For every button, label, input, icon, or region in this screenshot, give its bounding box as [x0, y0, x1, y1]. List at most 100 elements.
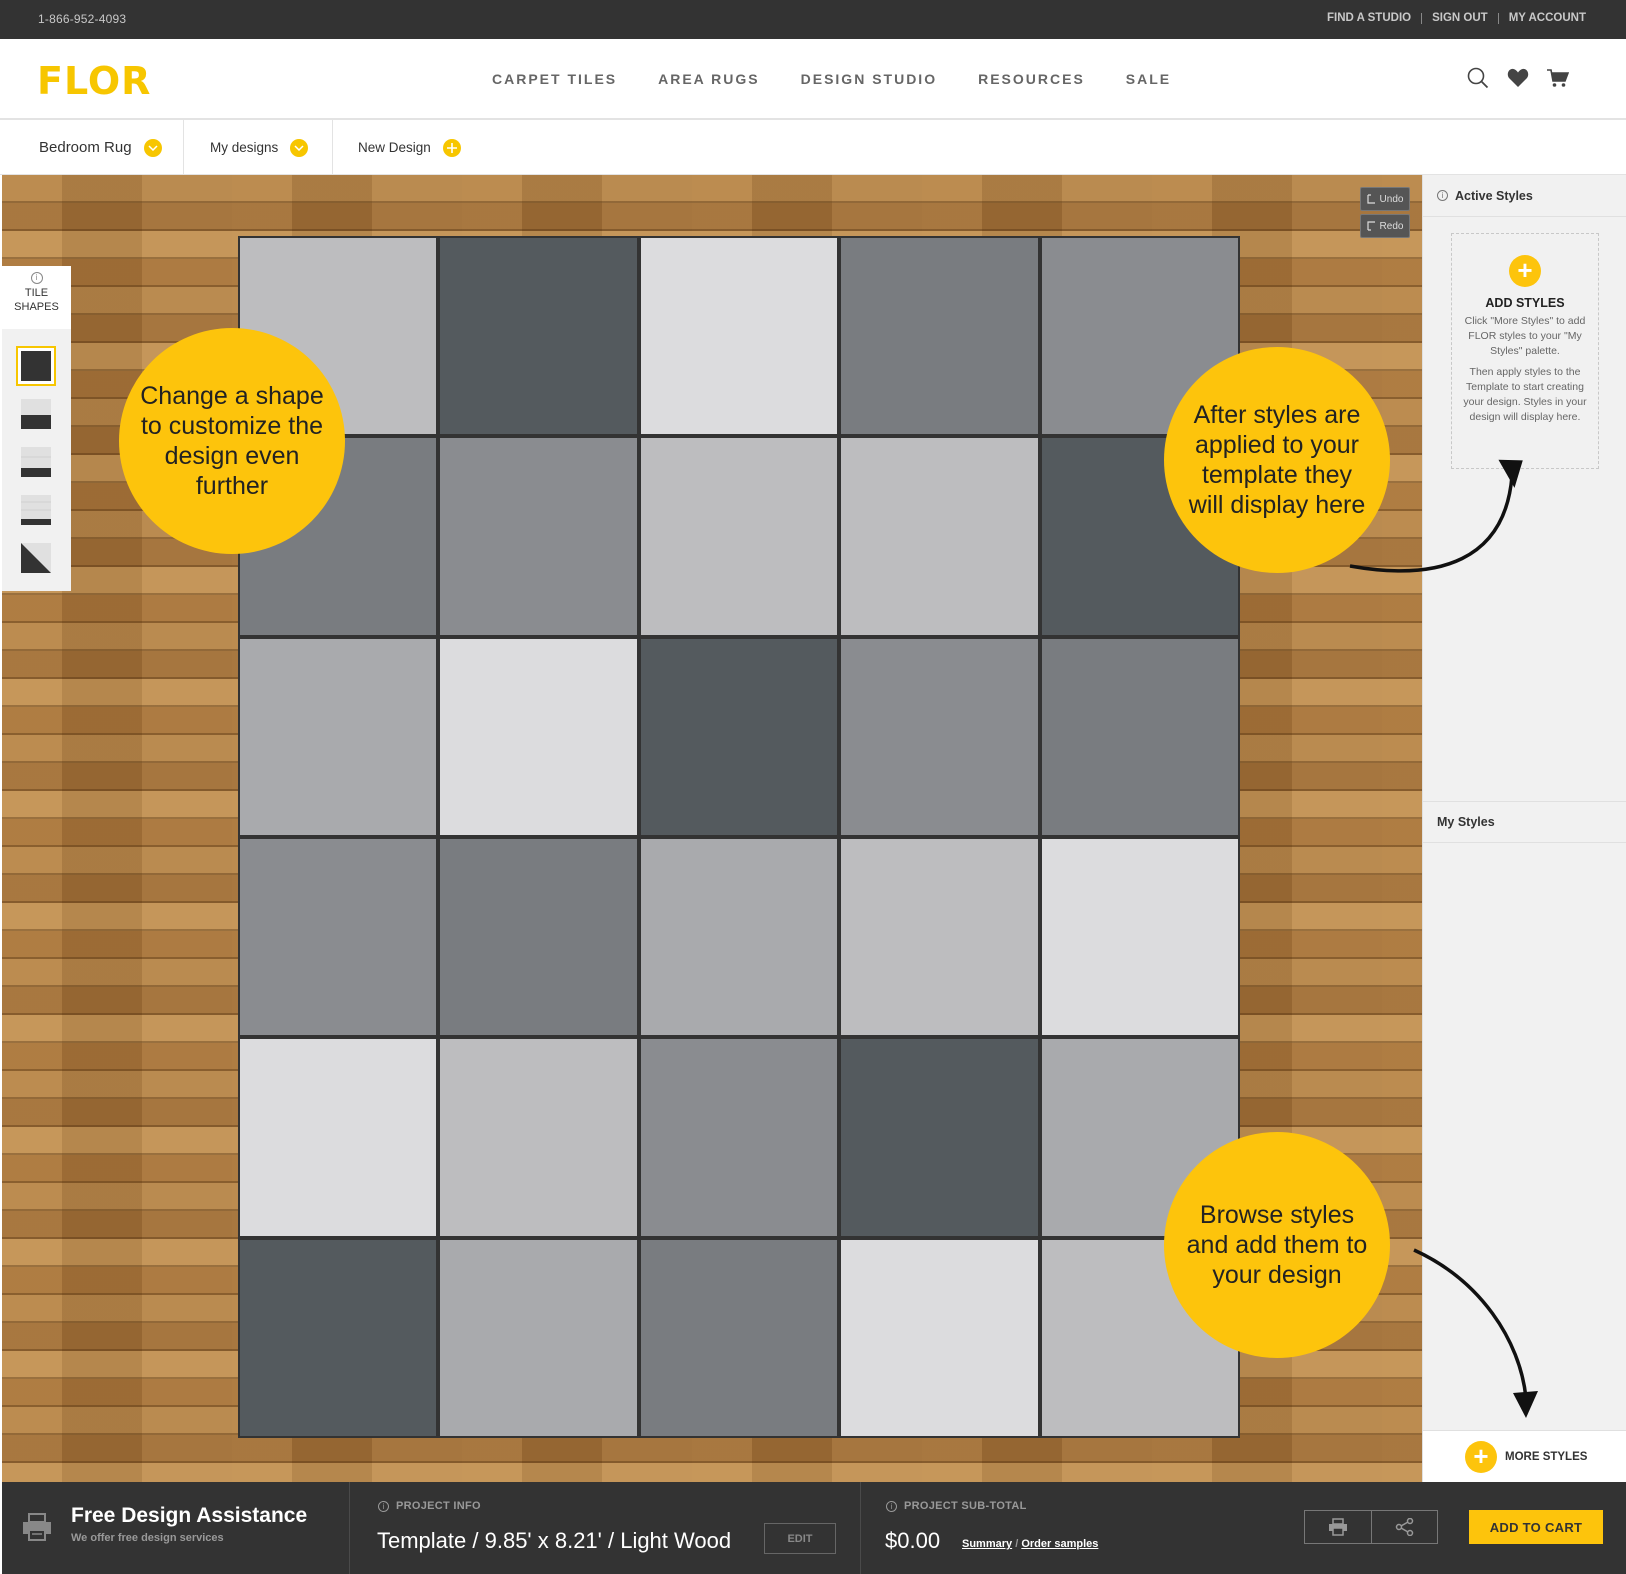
site-header: FLOR CARPET TILES AREA RUGS DESIGN STUDI… — [0, 39, 1626, 120]
styles-panel: i Active Styles + ADD STYLES Click "More… — [1422, 175, 1626, 1482]
heart-icon[interactable] — [1505, 65, 1531, 91]
info-icon[interactable]: i — [886, 1500, 897, 1512]
rug-tile[interactable] — [440, 438, 637, 635]
info-icon[interactable]: i — [378, 1500, 389, 1512]
tab-new-design[interactable]: New Design — [333, 120, 493, 175]
chevron-down-icon — [290, 138, 309, 157]
share-print-group — [1304, 1510, 1438, 1544]
shape-stripe-button[interactable] — [16, 442, 56, 482]
rug-tile[interactable] — [841, 1039, 1038, 1236]
nav-sale[interactable]: SALE — [1126, 71, 1171, 87]
rug-tile[interactable] — [640, 238, 838, 435]
plus-icon[interactable]: + — [1509, 255, 1541, 287]
design-assistance[interactable]: Free Design Assistance We offer free des… — [2, 1482, 350, 1574]
rug-tile[interactable] — [1041, 638, 1238, 835]
subtotal-value: $0.00 — [885, 1528, 941, 1553]
tab-bedroom-rug[interactable]: Bedroom Rug — [0, 120, 184, 175]
shape-triangle-button[interactable] — [16, 538, 56, 578]
add-styles-title: ADD STYLES — [1485, 296, 1565, 310]
rug-tile[interactable] — [240, 638, 437, 835]
rug-tile[interactable] — [841, 838, 1038, 1036]
share-button[interactable] — [1371, 1511, 1437, 1543]
tab-label: Bedroom Rug — [39, 139, 132, 156]
print-button[interactable] — [1305, 1511, 1371, 1543]
flor-logo[interactable]: FLOR — [37, 59, 151, 103]
rectangle-shape-icon — [21, 399, 51, 429]
project-info-label: i PROJECT INFO — [378, 1500, 481, 1512]
nav-resources[interactable]: RESOURCES — [978, 71, 1085, 87]
tile-shapes-label-line1: TILE — [24, 287, 49, 299]
triangle-shape-icon — [21, 543, 51, 573]
divider — [1421, 12, 1423, 24]
add-styles-placeholder[interactable]: + ADD STYLES Click "More Styles" to add … — [1451, 233, 1599, 469]
more-styles-label: MORE STYLES — [1505, 1450, 1588, 1463]
rug-tile[interactable] — [440, 1239, 637, 1436]
redo-icon — [1366, 221, 1375, 231]
shape-square-button[interactable] — [16, 346, 56, 386]
rug-tile[interactable] — [240, 1039, 437, 1236]
rug-tile[interactable] — [841, 438, 1038, 635]
active-styles-header: i Active Styles — [1423, 175, 1626, 217]
order-samples-link[interactable]: Order samples — [1021, 1538, 1098, 1550]
find-a-studio-link[interactable]: FIND A STUDIO — [1327, 12, 1411, 24]
utility-bar: 1-866-952-4093 FIND A STUDIO SIGN OUT MY… — [0, 0, 1626, 39]
undo-icon — [1366, 194, 1375, 204]
printer-icon — [1329, 1518, 1347, 1536]
tab-my-designs[interactable]: My designs — [184, 120, 333, 175]
rug-tile[interactable] — [440, 238, 637, 435]
rug-tile[interactable] — [240, 1239, 437, 1436]
edit-button[interactable]: EDIT — [764, 1523, 836, 1554]
plus-icon: + — [1465, 1440, 1497, 1473]
project-info-value: Template / 9.85' x 8.21' / Light Wood — [377, 1528, 732, 1553]
rug-tile[interactable] — [640, 838, 838, 1036]
undo-button[interactable]: Undo — [1360, 187, 1410, 211]
rug-template[interactable] — [238, 236, 1240, 1438]
sign-out-link[interactable]: SIGN OUT — [1432, 12, 1488, 24]
design-canvas[interactable]: i TILE SHAPES Undo Redo Change a shape t… — [2, 175, 1422, 1482]
info-icon[interactable]: i — [1437, 190, 1448, 201]
share-icon — [1395, 1518, 1413, 1536]
add-to-cart-button[interactable]: ADD TO CART — [1469, 1510, 1603, 1544]
redo-button[interactable]: Redo — [1360, 214, 1410, 238]
rug-tile[interactable] — [841, 238, 1038, 435]
rug-tile[interactable] — [640, 638, 838, 835]
rug-tile[interactable] — [841, 1239, 1038, 1436]
redo-label: Redo — [1379, 220, 1404, 232]
header-actions — [1451, 65, 1571, 91]
subtotal-label-text: PROJECT SUB-TOTAL — [904, 1500, 1027, 1512]
summary-link[interactable]: Summary — [962, 1538, 1012, 1550]
rug-tile[interactable] — [1041, 838, 1238, 1036]
cart-icon[interactable] — [1545, 65, 1571, 91]
search-icon[interactable] — [1465, 65, 1491, 91]
rug-tile[interactable] — [440, 638, 637, 835]
rug-tile[interactable] — [640, 1039, 838, 1236]
info-icon[interactable]: i — [30, 272, 43, 284]
nav-design-studio[interactable]: DESIGN STUDIO — [801, 71, 937, 87]
chevron-down-icon — [143, 138, 162, 157]
nav-area-rugs[interactable]: AREA RUGS — [658, 71, 760, 87]
more-styles-button[interactable]: + MORE STYLES — [1423, 1430, 1626, 1482]
tile-shapes-toolbar: i TILE SHAPES — [2, 266, 71, 591]
rug-tile[interactable] — [841, 638, 1038, 835]
footer-bar: Free Design Assistance We offer free des… — [2, 1482, 1626, 1574]
design-tabs: Bedroom Rug My designs New Design — [0, 120, 1626, 175]
shape-rectangle-button[interactable] — [16, 394, 56, 434]
stripe-shape-icon — [21, 447, 51, 477]
assist-title: Free Design Assistance — [71, 1504, 308, 1527]
tab-label: New Design — [358, 140, 431, 155]
rug-tile[interactable] — [640, 438, 838, 635]
project-info-label-text: PROJECT INFO — [396, 1500, 481, 1512]
rug-tile[interactable] — [440, 1039, 637, 1236]
nav-carpet-tiles[interactable]: CARPET TILES — [492, 71, 617, 87]
square-shape-icon — [21, 351, 51, 381]
add-styles-text: Then apply styles to the Template to sta… — [1463, 366, 1587, 423]
rug-tile[interactable] — [640, 1239, 838, 1436]
rug-tile[interactable] — [240, 838, 437, 1036]
rug-tile[interactable] — [440, 838, 637, 1036]
plank-shape-icon — [21, 495, 51, 525]
shape-plank-button[interactable] — [16, 490, 56, 530]
utility-links: FIND A STUDIO SIGN OUT MY ACCOUNT — [1327, 12, 1586, 24]
phone-number: 1-866-952-4093 — [38, 12, 127, 26]
assist-subtitle: We offer free design services — [71, 1532, 224, 1544]
my-account-link[interactable]: MY ACCOUNT — [1509, 12, 1586, 24]
